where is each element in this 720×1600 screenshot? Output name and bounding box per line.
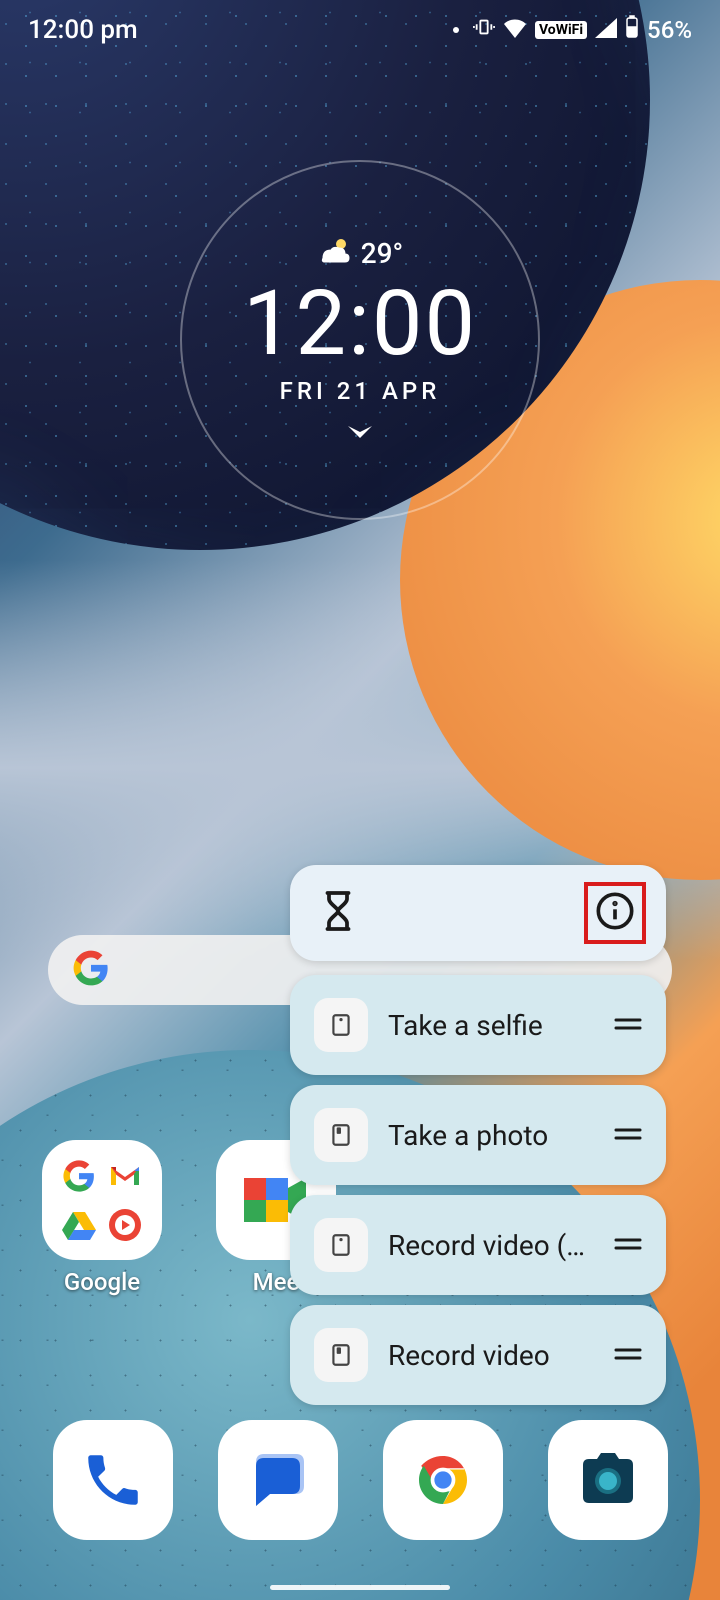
signal-icon [595,16,617,44]
hourglass-icon[interactable] [320,890,356,936]
battery-icon [625,15,639,45]
shortcut-label: Record video [388,1339,594,1372]
weather-icon [317,236,351,271]
status-time: 12:00 pm [28,15,138,45]
clock-date: FRI 21 APR [280,377,441,405]
shortcut-label: Take a photo [388,1119,594,1152]
shortcut-label: Record video (sel… [388,1229,594,1262]
google-logo-icon [72,949,110,991]
status-indicators: VoWiFi 56% [453,15,692,45]
info-button-highlight [584,882,646,944]
shortcut-record-video-selfie[interactable]: Record video (sel… [290,1195,666,1295]
chrome-app-icon[interactable] [383,1420,503,1540]
selfie-camera-icon [314,998,368,1052]
google-folder[interactable]: Google [42,1140,162,1296]
vowifi-badge: VoWiFi [535,21,587,39]
google-mini-icon [59,1156,99,1196]
shortcut-record-video[interactable]: Record video [290,1305,666,1405]
gmail-mini-icon [105,1156,145,1196]
temperature: 29° [361,237,404,270]
messages-app-icon[interactable] [218,1420,338,1540]
drag-handle-icon[interactable] [614,1346,642,1365]
navigation-handle[interactable] [270,1585,450,1590]
status-bar: 12:00 pm VoWiFi 56% [0,0,720,60]
folder-label: Google [64,1268,140,1296]
camera-app-icon[interactable] [548,1420,668,1540]
clock-weather-widget[interactable]: 29° 12:00 FRI 21 APR [180,160,540,520]
phone-app-icon[interactable] [53,1420,173,1540]
vibrate-icon [473,16,495,44]
shortcut-label: Take a selfie [388,1009,594,1042]
info-icon[interactable] [595,891,635,935]
weather-row[interactable]: 29° [317,236,404,271]
app-shortcut-popup: Take a selfie Take a photo Record video … [290,865,666,1415]
shortcut-take-selfie[interactable]: Take a selfie [290,975,666,1075]
youtube-mini-icon [105,1205,145,1245]
drag-handle-icon[interactable] [614,1126,642,1145]
chevron-down-icon[interactable] [348,425,372,444]
folder-tile [42,1140,162,1260]
clock-time: 12:00 [243,279,477,369]
dock [0,1420,720,1540]
drag-handle-icon[interactable] [614,1236,642,1255]
drive-mini-icon [59,1205,99,1245]
battery-percent: 56% [647,16,692,44]
rear-camera-icon [314,1108,368,1162]
selfie-video-icon [314,1218,368,1272]
rear-video-icon [314,1328,368,1382]
popup-header [290,865,666,961]
shortcut-take-photo[interactable]: Take a photo [290,1085,666,1185]
drag-handle-icon[interactable] [614,1016,642,1035]
notification-dot-icon [453,27,459,33]
wifi-icon [503,16,527,44]
